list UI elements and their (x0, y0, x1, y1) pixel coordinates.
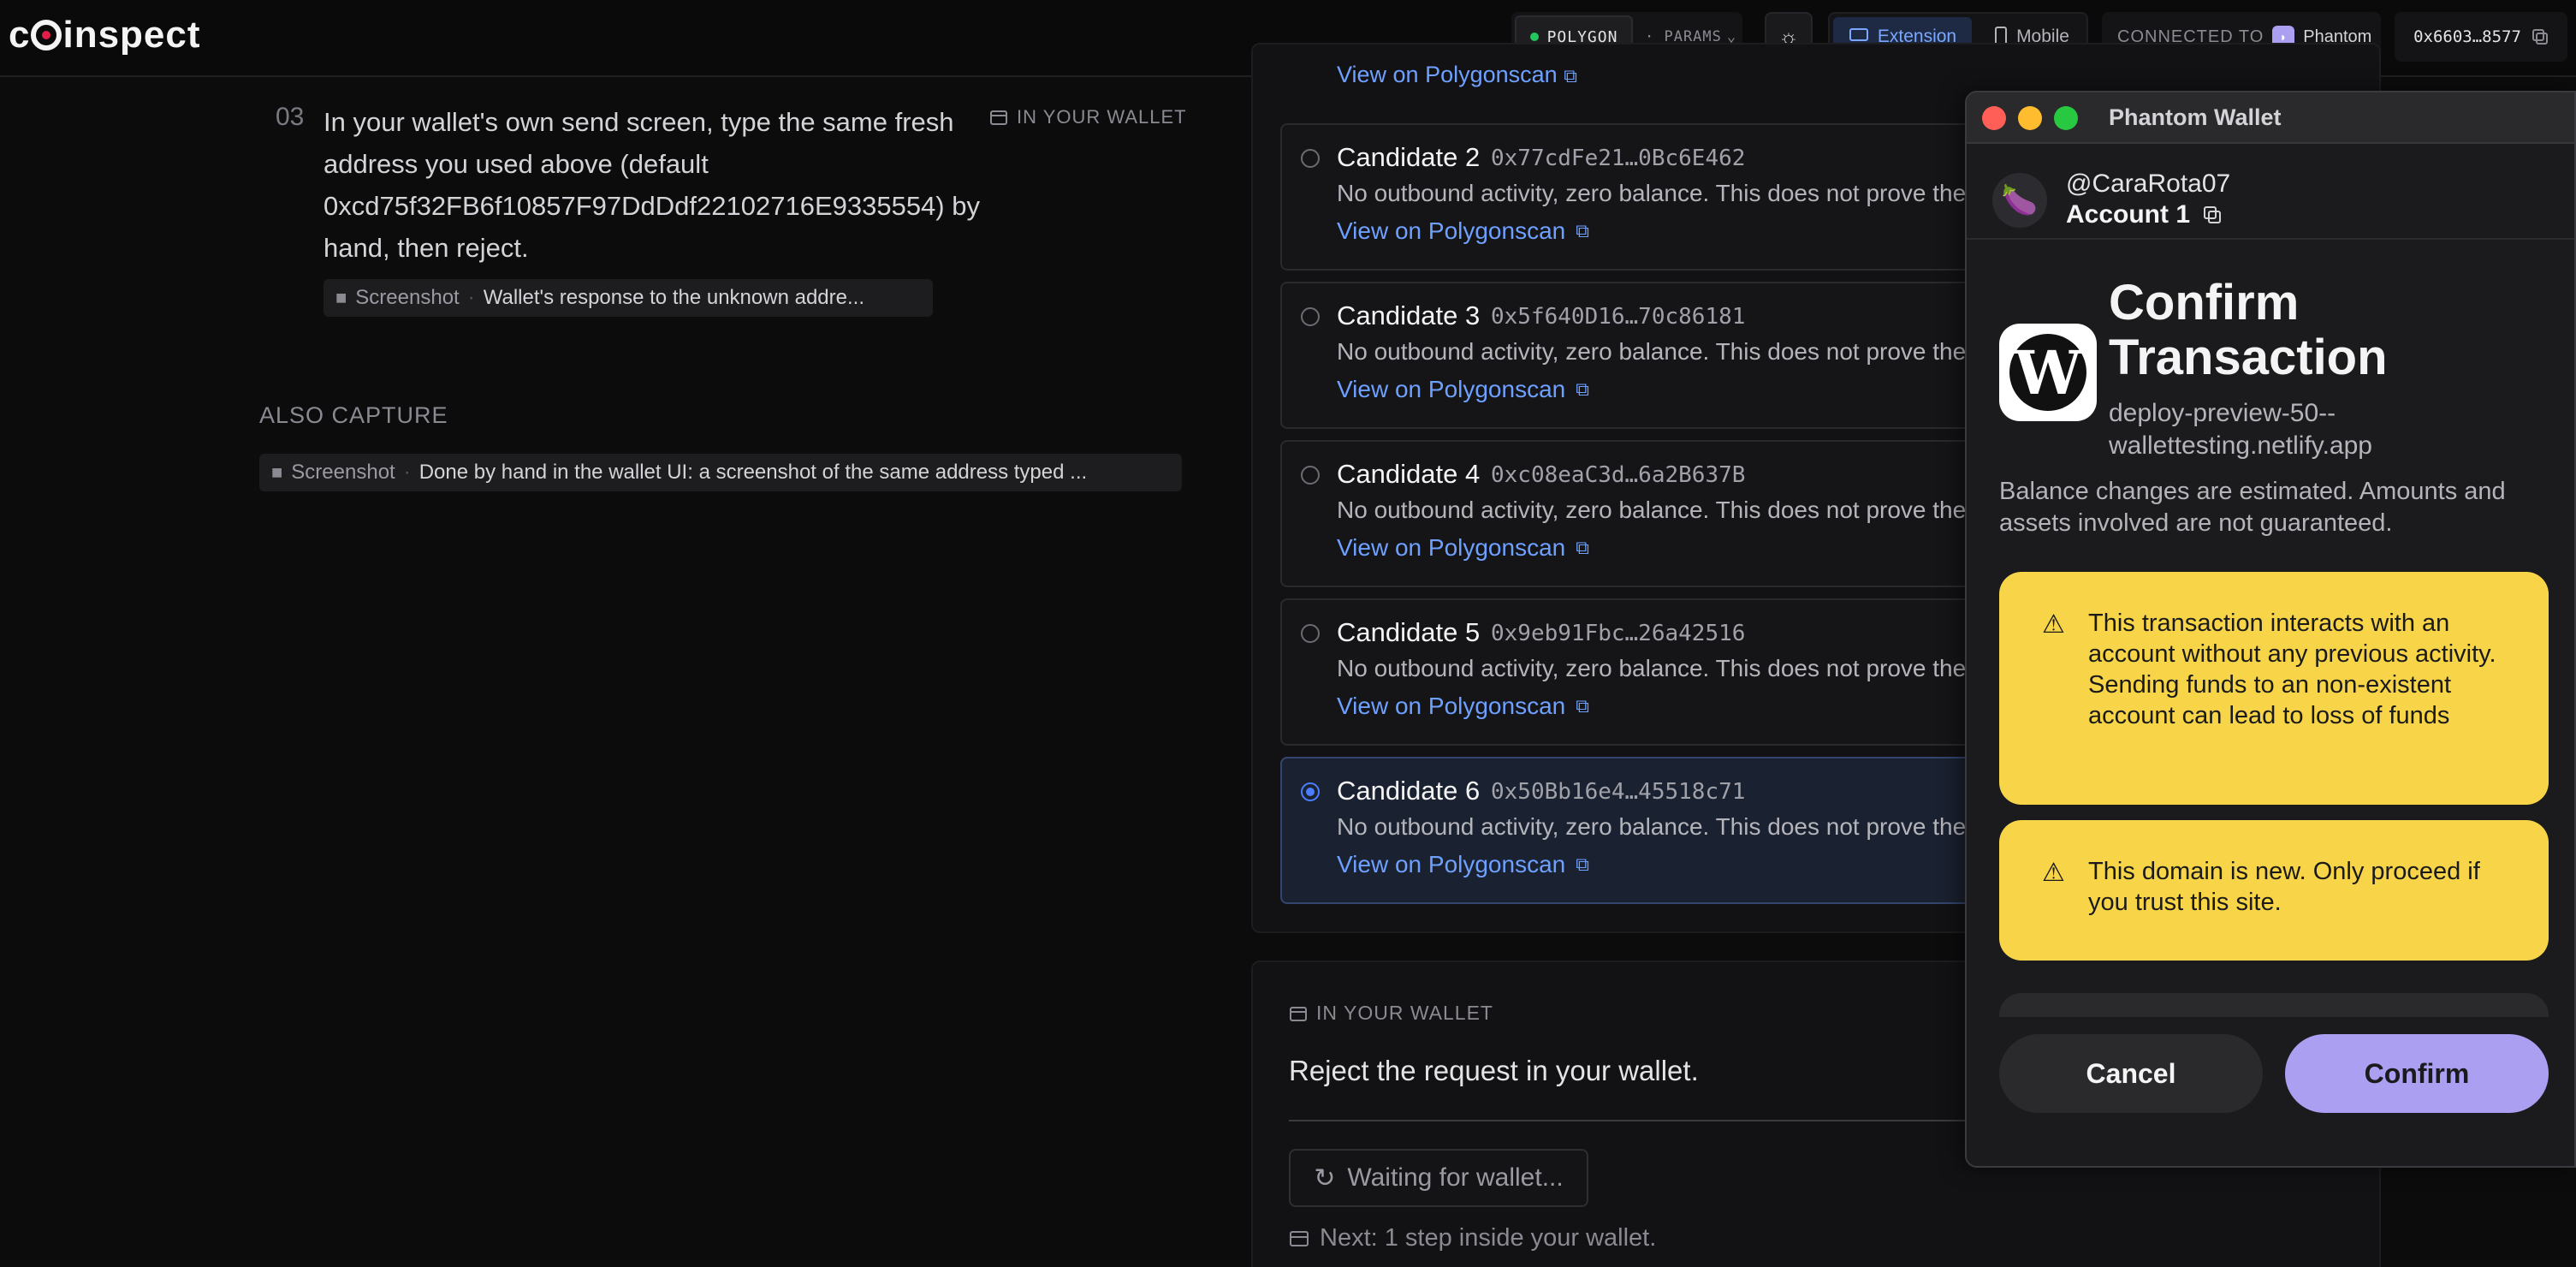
step-location-tag: IN YOUR WALLET (989, 106, 1187, 128)
warning-triangle-icon: ⚠ (2042, 610, 2065, 639)
site-logo: W (1999, 324, 2097, 421)
site-logo-letter: W (2009, 334, 2086, 411)
warning-new-domain: ⚠ This domain is new. Only proceed if yo… (1999, 820, 2549, 961)
also-capture-heading: ALSO CAPTURE (259, 402, 448, 428)
copy-icon[interactable] (2531, 28, 2549, 45)
polygonscan-link[interactable]: View on Polygonscan ⧉ (1337, 217, 1589, 245)
confirm-button[interactable]: Confirm (2285, 1034, 2549, 1113)
candidate-title: Candidate 4 (1337, 459, 1481, 489)
warning-new-account: ⚠ This transaction interacts with an acc… (1999, 572, 2549, 805)
external-link-icon: ⧉ (1576, 854, 1589, 875)
candidate-radio[interactable] (1301, 307, 1320, 326)
refresh-icon: ↻ (1314, 1163, 1336, 1193)
wallet-account-name: Account 1 (2066, 200, 2223, 229)
phantom-wallet-window: Phantom Wallet 🍆 @CaraRota07 Account 1 W… (1965, 91, 2576, 1168)
warning-text: This transaction interacts with an accou… (2088, 610, 2496, 729)
candidate-title: Candidate 5 (1337, 617, 1481, 647)
step-instructions: In your wallet's own send screen, type t… (323, 107, 980, 263)
candidate-description: No outbound activity, zero balance. This… (1337, 180, 1967, 206)
candidate-title: Candidate 3 (1337, 300, 1481, 330)
screenshot-label: Screenshot (291, 461, 395, 484)
candidate-radio[interactable] (1301, 149, 1320, 168)
also-capture-screenshot-chip[interactable]: ■ Screenshot · Done by hand in the walle… (259, 454, 1182, 491)
candidate-description: No outbound activity, zero balance. This… (1337, 497, 1967, 523)
wallet-icon (1290, 1006, 1307, 1021)
candidate-address: 0x5f640D16…70c86181 (1491, 304, 1746, 330)
cancel-button[interactable]: Cancel (1999, 1034, 2263, 1113)
candidate-radio[interactable] (1301, 624, 1320, 643)
candidate-title: Candidate 2 (1337, 142, 1481, 172)
candidate-address: 0x77cdFe21…0Bc6E462 (1491, 146, 1746, 171)
camera-icon: ■ (335, 287, 347, 308)
waiting-for-wallet-button[interactable]: ↻ Waiting for wallet... (1289, 1149, 1588, 1207)
screenshot-capture-chip[interactable]: ■ Screenshot · Wallet's response to the … (323, 279, 933, 317)
candidate-description: No outbound activity, zero balance. This… (1337, 655, 1967, 681)
reject-instruction: Reject the request in your wallet. (1289, 1055, 1699, 1086)
maximize-window-button[interactable] (2054, 106, 2078, 130)
external-link-icon: ⧉ (1576, 537, 1589, 558)
wallet-icon (1290, 1230, 1309, 1246)
avatar[interactable]: 🍆 (1992, 173, 2047, 228)
screenshot-description: Done by hand in the wallet UI: a screens… (418, 461, 1088, 484)
account-name-label: Account 1 (2066, 200, 2191, 229)
polygonscan-link-label: View on Polygonscan (1337, 693, 1566, 719)
account-address-chip[interactable]: 0x6603…8577 (2395, 12, 2567, 62)
reject-location-tag: IN YOUR WALLET (1289, 1002, 1493, 1025)
polygonscan-link[interactable]: View on Polygonscan ⧉ (1337, 62, 1577, 88)
candidate-description: No outbound activity, zero balance. This… (1337, 813, 1967, 840)
wallet-window-title: Phantom Wallet (2109, 104, 2282, 130)
polygonscan-link[interactable]: View on Polygonscan ⧉ (1337, 376, 1589, 403)
confirm-transaction-title: Confirm Transaction (2109, 275, 2388, 385)
polygonscan-link-label: View on Polygonscan (1337, 62, 1558, 87)
warning-triangle-icon: ⚠ (2042, 859, 2065, 887)
screenshot-label: Screenshot (355, 286, 460, 309)
minimize-window-button[interactable] (2018, 106, 2042, 130)
external-link-icon: ⧉ (1564, 65, 1577, 86)
external-link-icon: ⧉ (1576, 695, 1589, 717)
candidate-address: 0x50Bb16e4…45518c71 (1491, 779, 1746, 805)
candidate-title: Candidate 6 (1337, 776, 1481, 806)
next-step-note: Next: 1 step inside your wallet. (1289, 1224, 1656, 1252)
wallet-handle: @CaraRota07 (2066, 170, 2231, 198)
reject-tag-label: IN YOUR WALLET (1316, 1002, 1493, 1024)
step-number: 03 (276, 103, 305, 131)
logo-ring-icon (31, 20, 62, 51)
next-step-label: Next: 1 step inside your wallet. (1320, 1224, 1657, 1252)
candidate-radio[interactable] (1301, 466, 1320, 485)
wallet-action-bar: Cancel Confirm (1967, 1017, 2574, 1166)
polygonscan-link-label: View on Polygonscan (1337, 534, 1566, 561)
step-tag-label: IN YOUR WALLET (1017, 106, 1187, 128)
close-window-button[interactable] (1982, 106, 2006, 130)
coinspect-logo[interactable]: c inspect (9, 14, 201, 57)
candidate-address: 0xc08eaC3d…6a2B637B (1491, 462, 1746, 488)
separator-dot: · (403, 461, 411, 484)
waiting-label: Waiting for wallet... (1347, 1163, 1564, 1192)
candidate-address: 0x9eb91Fbc…26a42516 (1491, 621, 1746, 646)
copy-icon[interactable] (2202, 205, 2223, 225)
account-address: 0x6603…8577 (2413, 27, 2521, 46)
separator-dot: · (467, 286, 475, 309)
polygonscan-link[interactable]: View on Polygonscan ⧉ (1337, 693, 1589, 720)
warning-text: This domain is new. Only proceed if you … (2088, 858, 2480, 916)
polygonscan-link[interactable]: View on Polygonscan ⧉ (1337, 534, 1589, 562)
network-status-dot-icon (1529, 33, 1539, 41)
wallet-titlebar: Phantom Wallet (1967, 92, 2574, 144)
wallet-icon (990, 110, 1007, 125)
requesting-domain: deploy-preview-50--wallettesting.netlify… (2109, 399, 2372, 460)
balance-disclaimer: Balance changes are estimated. Amounts a… (1999, 478, 2506, 537)
polygonscan-link-label: View on Polygonscan (1337, 851, 1566, 877)
screenshot-description: Wallet's response to the unknown addre..… (483, 286, 864, 309)
external-link-icon: ⧉ (1576, 378, 1589, 400)
camera-icon: ■ (271, 461, 283, 483)
polygonscan-link-label: View on Polygonscan (1337, 376, 1566, 402)
candidate-radio[interactable] (1301, 782, 1320, 801)
wallet-account-header: 🍆 @CaraRota07 Account 1 (1967, 146, 2574, 240)
candidate-description: No outbound activity, zero balance. This… (1337, 338, 1967, 365)
polygonscan-link-label: View on Polygonscan (1337, 217, 1566, 244)
polygonscan-link[interactable]: View on Polygonscan ⧉ (1337, 851, 1589, 878)
external-link-icon: ⧉ (1576, 220, 1589, 241)
